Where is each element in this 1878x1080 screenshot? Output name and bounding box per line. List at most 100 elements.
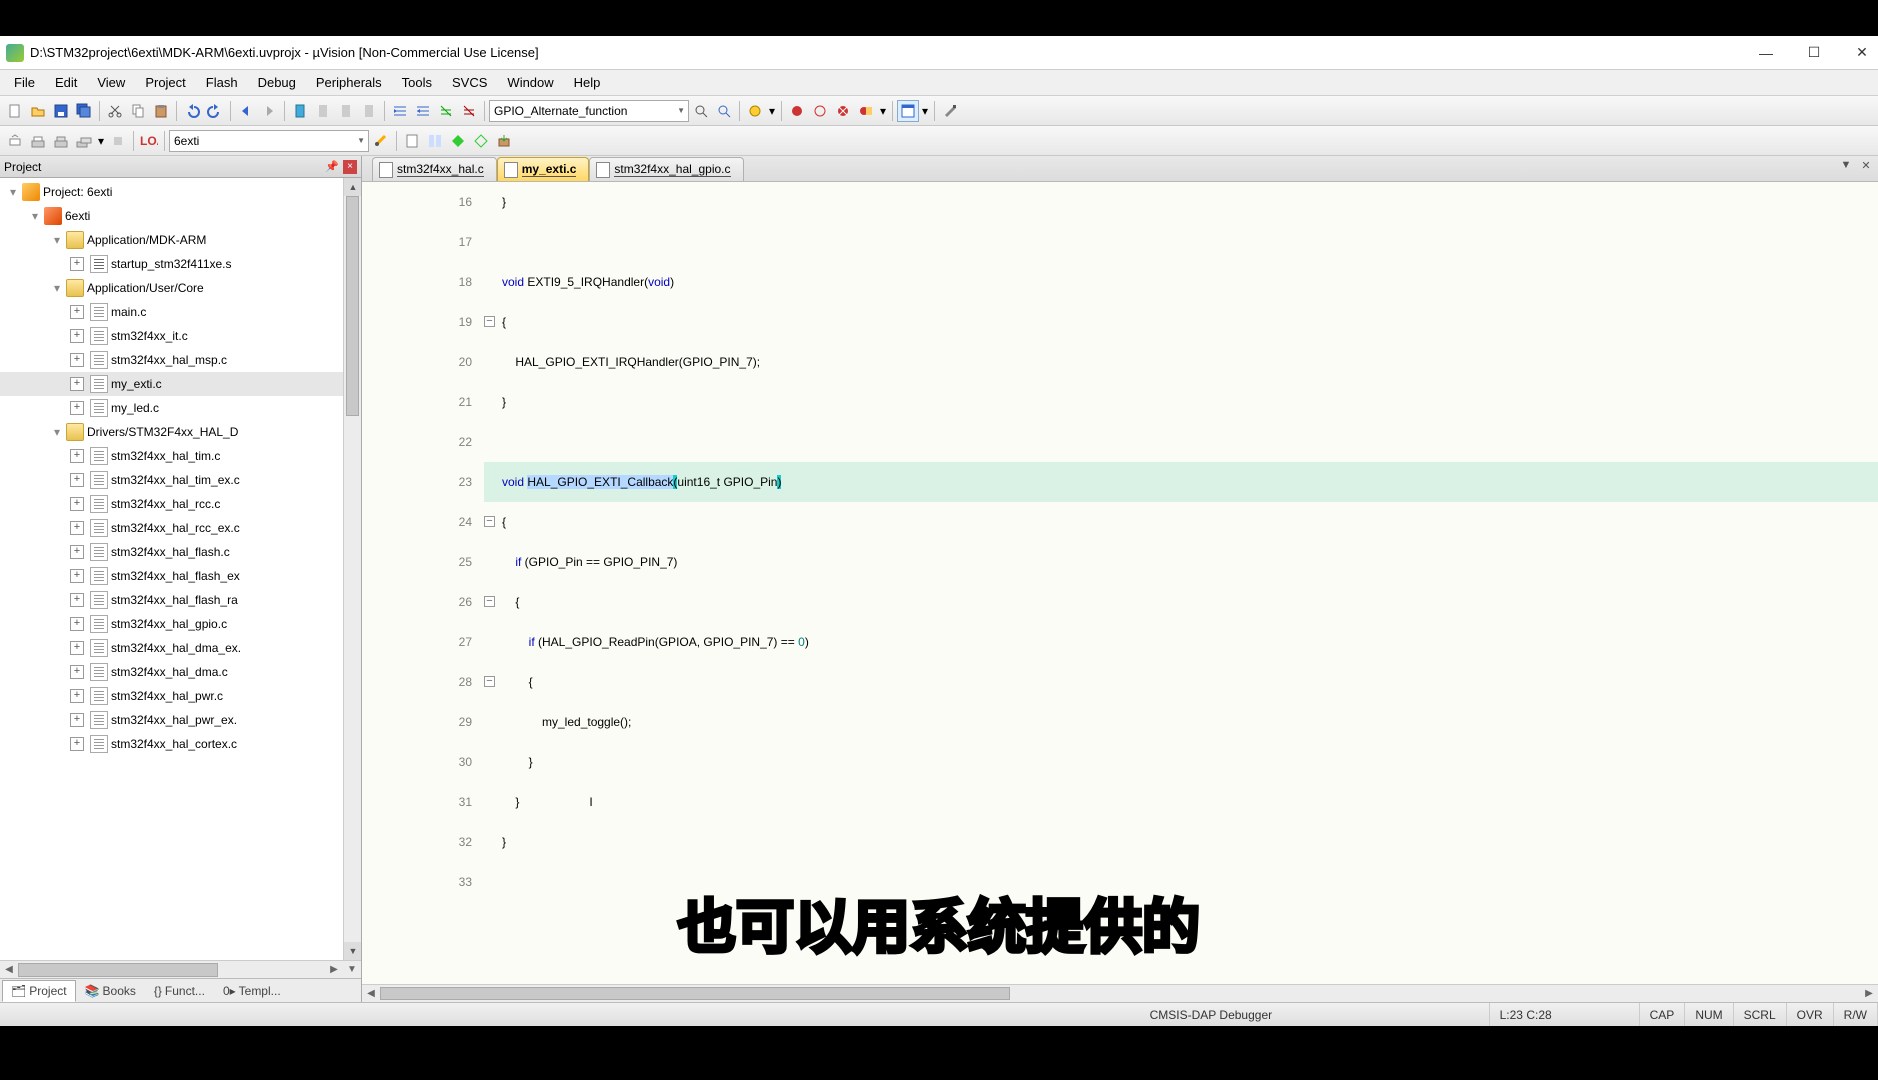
editor-tab-halgpio[interactable]: stm32f4xx_hal_gpio.c (589, 157, 743, 181)
tree-row[interactable]: +stm32f4xx_hal_tim_ex.c (0, 468, 361, 492)
bookmark-prev-icon[interactable] (312, 100, 334, 122)
panel-tab-books[interactable]: 📚Books (76, 980, 145, 1002)
tree-row[interactable]: ▾Application/MDK-ARM (0, 228, 361, 252)
debug-icon[interactable] (744, 100, 766, 122)
indent-icon[interactable] (389, 100, 411, 122)
panel-close-icon[interactable]: × (343, 160, 357, 174)
pin-icon[interactable]: 📌 (325, 160, 339, 174)
tree-row[interactable]: ▾Project: 6exti (0, 180, 361, 204)
code-line[interactable]: 32} (362, 822, 1878, 862)
find-icon[interactable] (690, 100, 712, 122)
outdent-icon[interactable] (412, 100, 434, 122)
nav-forward-icon[interactable] (258, 100, 280, 122)
target-options-icon[interactable] (370, 130, 392, 152)
tree-row[interactable]: ▾Application/User/Core (0, 276, 361, 300)
close-button[interactable]: ✕ (1852, 43, 1872, 63)
code-line[interactable]: 18void EXTI9_5_IRQHandler(void) (362, 262, 1878, 302)
batch-build-dropdown-icon[interactable]: ▾ (96, 130, 106, 152)
tree-row[interactable]: +my_led.c (0, 396, 361, 420)
code-editor[interactable]: 16}1718void EXTI9_5_IRQHandler(void)19−{… (362, 182, 1878, 984)
code-line[interactable]: 28− { (362, 662, 1878, 702)
breakpoint-window-icon[interactable] (855, 100, 877, 122)
maximize-button[interactable]: ☐ (1804, 43, 1824, 63)
code-line[interactable]: 21} (362, 382, 1878, 422)
tree-row[interactable]: ▾Drivers/STM32F4xx_HAL_D (0, 420, 361, 444)
editor-hscrollbar[interactable]: ◀▶ (362, 984, 1878, 1002)
tree-row[interactable]: +stm32f4xx_hal_pwr_ex. (0, 708, 361, 732)
panel-tab-functions[interactable]: {}Funct... (145, 980, 214, 1002)
code-line[interactable]: 29 my_led_toggle(); (362, 702, 1878, 742)
rebuild-icon[interactable] (50, 130, 72, 152)
tree-row[interactable]: +stm32f4xx_hal_cortex.c (0, 732, 361, 756)
tree-row[interactable]: +stm32f4xx_hal_flash_ra (0, 588, 361, 612)
tree-row[interactable]: +stm32f4xx_hal_msp.c (0, 348, 361, 372)
tree-row[interactable]: +stm32f4xx_hal_flash.c (0, 540, 361, 564)
tree-hscrollbar[interactable]: ◀▶▼ (0, 960, 361, 978)
debug-dropdown-icon[interactable]: ▾ (767, 100, 777, 122)
code-line[interactable]: 16} (362, 182, 1878, 222)
configure-icon[interactable] (939, 100, 961, 122)
save-all-icon[interactable] (73, 100, 95, 122)
translate-icon[interactable] (4, 130, 26, 152)
panel-tab-project[interactable]: 🗂Project (2, 980, 76, 1002)
code-line[interactable]: 25 if (GPIO_Pin == GPIO_PIN_7) (362, 542, 1878, 582)
build-icon[interactable] (27, 130, 49, 152)
breakpoint-kill-icon[interactable] (832, 100, 854, 122)
tree-row[interactable]: +stm32f4xx_hal_dma.c (0, 660, 361, 684)
code-line[interactable]: 26− { (362, 582, 1878, 622)
code-line[interactable]: 33 (362, 862, 1878, 902)
tree-row[interactable]: +stm32f4xx_hal_gpio.c (0, 612, 361, 636)
breakpoint-dropdown-icon[interactable]: ▾ (878, 100, 888, 122)
code-line[interactable]: 24−{ (362, 502, 1878, 542)
menu-debug[interactable]: Debug (248, 71, 306, 94)
tree-row[interactable]: +stm32f4xx_hal_dma_ex. (0, 636, 361, 660)
code-line[interactable]: 23void HAL_GPIO_EXTI_Callback(uint16_t G… (362, 462, 1878, 502)
project-tree[interactable]: ▲▼ ▾Project: 6exti▾6exti▾Application/MDK… (0, 178, 361, 960)
tab-close-icon[interactable]: ✕ (1858, 159, 1874, 175)
menu-file[interactable]: File (4, 71, 45, 94)
bookmark-clear-icon[interactable] (358, 100, 380, 122)
batch-build-icon[interactable] (73, 130, 95, 152)
code-line[interactable]: 27 if (HAL_GPIO_ReadPin(GPIOA, GPIO_PIN_… (362, 622, 1878, 662)
tree-row[interactable]: +stm32f4xx_it.c (0, 324, 361, 348)
tree-row[interactable]: +my_exti.c (0, 372, 361, 396)
tree-row[interactable]: +stm32f4xx_hal_pwr.c (0, 684, 361, 708)
breakpoint-disable-icon[interactable] (809, 100, 831, 122)
paste-icon[interactable] (150, 100, 172, 122)
tree-row[interactable]: ▾6exti (0, 204, 361, 228)
uncomment-icon[interactable] (458, 100, 480, 122)
comment-icon[interactable] (435, 100, 457, 122)
menu-window[interactable]: Window (497, 71, 563, 94)
find-combo[interactable]: GPIO_Alternate_function (489, 100, 689, 122)
code-line[interactable]: 20 HAL_GPIO_EXTI_IRQHandler(GPIO_PIN_7); (362, 342, 1878, 382)
nav-back-icon[interactable] (235, 100, 257, 122)
tree-row[interactable]: +startup_stm32f411xe.s (0, 252, 361, 276)
undo-icon[interactable] (181, 100, 203, 122)
menu-project[interactable]: Project (135, 71, 195, 94)
breakpoint-insert-icon[interactable] (786, 100, 808, 122)
tree-row[interactable]: +stm32f4xx_hal_rcc_ex.c (0, 516, 361, 540)
copy-icon[interactable] (127, 100, 149, 122)
pack-installer-icon[interactable] (493, 130, 515, 152)
menu-svcs[interactable]: SVCS (442, 71, 497, 94)
select-pack-icon[interactable] (470, 130, 492, 152)
code-line[interactable]: 31 } I (362, 782, 1878, 822)
save-icon[interactable] (50, 100, 72, 122)
new-file-icon[interactable] (4, 100, 26, 122)
minimize-button[interactable]: — (1756, 43, 1776, 63)
tree-vscrollbar[interactable]: ▲▼ (343, 178, 361, 960)
editor-tab-hal[interactable]: stm32f4xx_hal.c (372, 157, 497, 181)
editor-tab-myexti[interactable]: my_exti.c (497, 157, 590, 181)
panel-tab-templates[interactable]: 0▸Templ... (214, 980, 290, 1002)
menu-peripherals[interactable]: Peripherals (306, 71, 392, 94)
target-combo[interactable]: 6exti (169, 130, 369, 152)
code-line[interactable]: 30 } (362, 742, 1878, 782)
window-layout-icon[interactable] (897, 100, 919, 122)
cut-icon[interactable] (104, 100, 126, 122)
manage-rtenv-icon[interactable] (447, 130, 469, 152)
menu-help[interactable]: Help (564, 71, 611, 94)
tab-menu-icon[interactable]: ▼ (1838, 159, 1854, 175)
menu-view[interactable]: View (87, 71, 135, 94)
bookmark-icon[interactable] (289, 100, 311, 122)
tree-row[interactable]: +stm32f4xx_hal_tim.c (0, 444, 361, 468)
